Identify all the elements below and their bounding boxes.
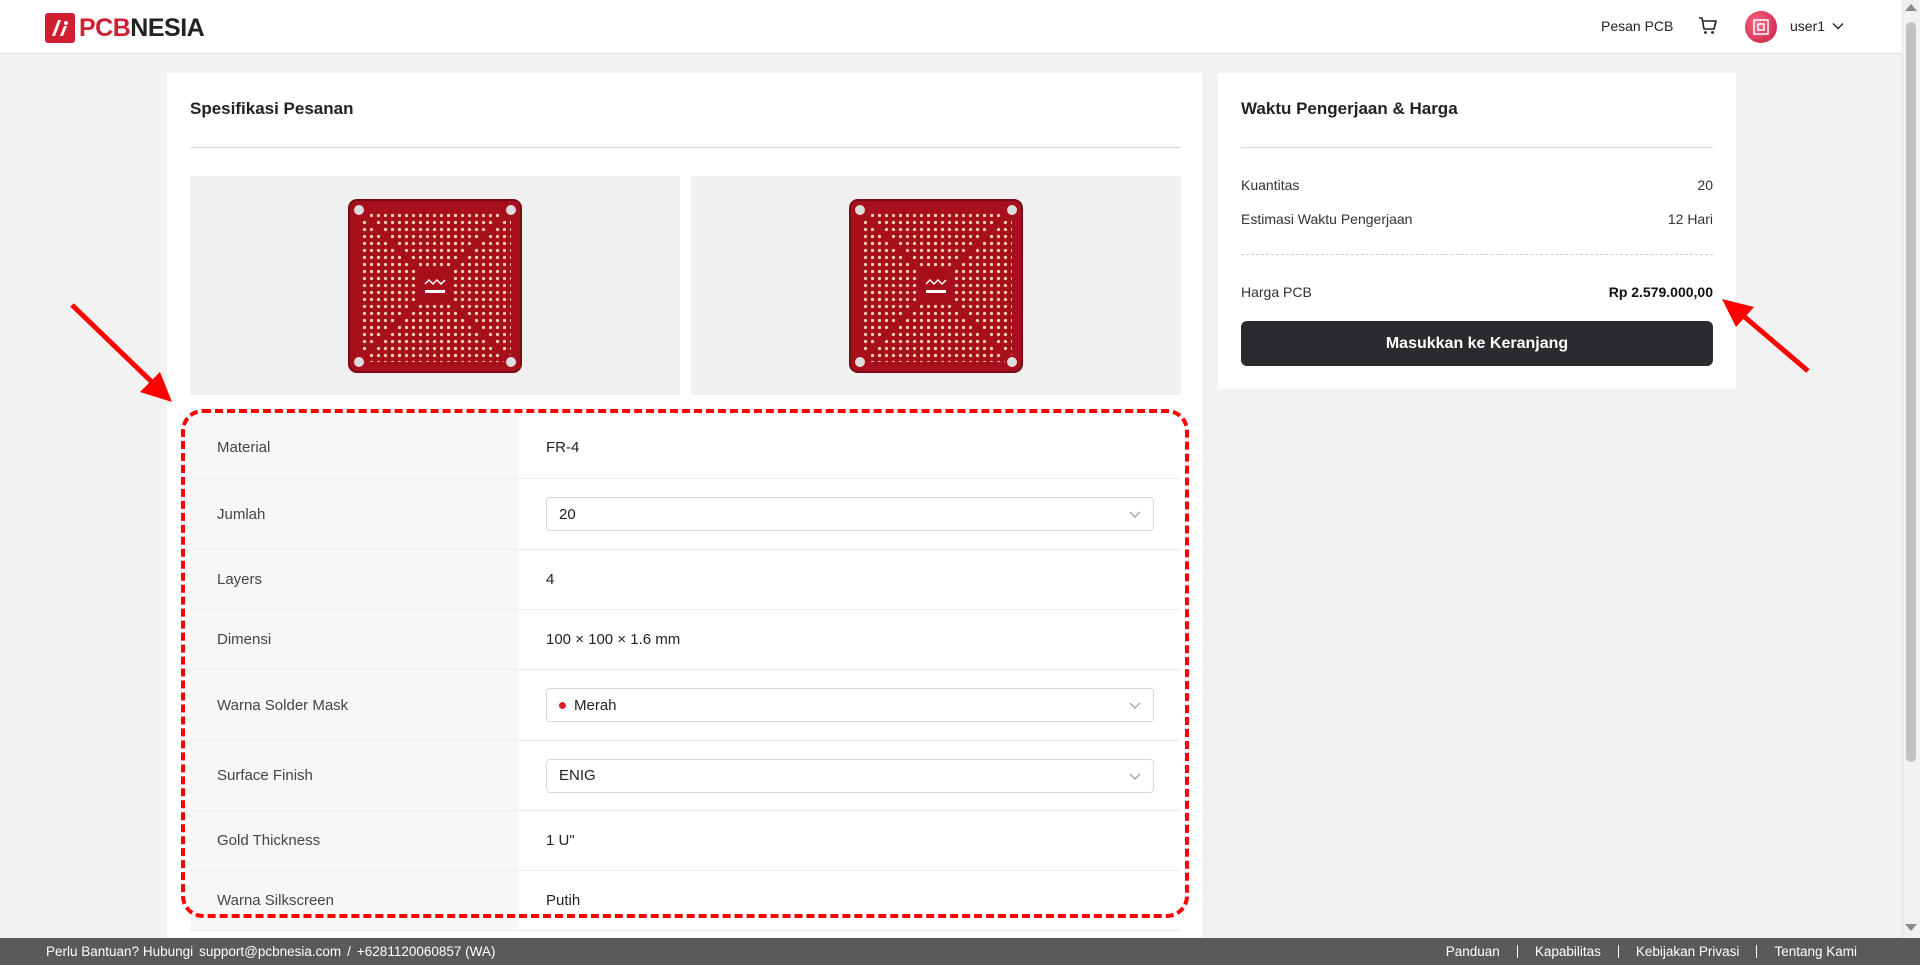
logo-text: PCBNESIA — [79, 13, 205, 43]
spec-row-solder-mask: Warna Solder Mask Merah — [190, 670, 1180, 741]
order-spec-card: Spesifikasi Pesanan Material FR-4 Jumlah… — [167, 73, 1202, 938]
quantity-select-value: 20 — [559, 505, 576, 523]
pcb-board-front-image — [348, 198, 522, 373]
spec-value: 4 — [546, 571, 555, 588]
quantity-label: Kuantitas — [1241, 177, 1300, 193]
footer-link-kebijakan-privasi[interactable]: Kebijakan Privasi — [1619, 944, 1757, 959]
footer-link-tentang-kami[interactable]: Tentang Kami — [1757, 944, 1857, 959]
chevron-down-icon[interactable] — [1832, 20, 1844, 32]
footer-help-text: Perlu Bantuan? Hubungi — [46, 944, 194, 959]
lead-time-value: 12 Hari — [1667, 211, 1713, 227]
footer-link-panduan[interactable]: Panduan — [1429, 944, 1517, 959]
spec-label: Material — [190, 416, 519, 478]
price-row: Harga PCB Rp 2.579.000,00 — [1241, 284, 1713, 300]
spec-row-gold-thickness: Gold Thickness 1 U" — [190, 811, 1180, 871]
scroll-down-arrow-icon[interactable] — [1905, 924, 1917, 931]
quantity-value: 20 — [1697, 177, 1713, 193]
annotation-arrow-icon — [70, 303, 172, 402]
footer-email-link[interactable]: support@pcbnesia.com — [199, 944, 341, 959]
logo-text-nesia: NESIA — [130, 14, 205, 42]
cart-icon[interactable] — [1698, 16, 1718, 36]
spec-row-material: Material FR-4 — [190, 416, 1180, 479]
footer-link-kapabilitas[interactable]: Kapabilitas — [1518, 944, 1618, 959]
quantity-row: Kuantitas 20 — [1241, 177, 1713, 193]
footer-separator: / — [347, 944, 351, 959]
pcb-preview-front — [190, 176, 680, 395]
spec-label: Layers — [190, 550, 519, 609]
pricing-title: Waktu Pengerjaan & Harga — [1241, 99, 1458, 118]
surface-finish-select[interactable]: ENIG — [546, 758, 1154, 793]
spec-label: Warna Silkscreen — [190, 871, 519, 930]
scrollbar-thumb[interactable] — [1906, 22, 1916, 762]
chevron-down-icon — [1129, 511, 1141, 518]
spec-value: 100 × 100 × 1.6 mm — [546, 631, 681, 648]
footer-contact: Perlu Bantuan? Hubungi support@pcbnesia.… — [46, 944, 495, 959]
user-name[interactable]: user1 — [1790, 18, 1825, 34]
card-divider — [190, 147, 1180, 148]
logo-text-pcb: PCB — [79, 14, 131, 42]
spec-value-cell: ENIG — [519, 741, 1180, 810]
price-label: Harga PCB — [1241, 284, 1312, 300]
lead-time-label: Estimasi Waktu Pengerjaan — [1241, 211, 1413, 227]
pcbnesia-logo[interactable]: PCBNESIA — [45, 13, 205, 43]
spec-label: Gold Thickness — [190, 811, 519, 870]
solder-mask-select-value: Merah — [574, 696, 617, 714]
top-header: PCBNESIA Pesan PCB user1 — [0, 0, 1902, 54]
spec-row-layers: Layers 4 — [190, 550, 1180, 610]
card-divider — [1241, 147, 1713, 148]
price-value: Rp 2.579.000,00 — [1608, 284, 1713, 300]
spec-value: Putih — [546, 892, 581, 909]
user-avatar[interactable] — [1745, 11, 1777, 43]
spec-row-silkscreen: Warna Silkscreen Putih — [190, 871, 1180, 931]
spec-table: Material FR-4 Jumlah 20 Layers 4 Dimensi… — [190, 416, 1180, 931]
footer-links: Panduan Kapabilitas Kebijakan Privasi Te… — [1429, 944, 1857, 959]
spec-label: Warna Solder Mask — [190, 670, 519, 740]
spec-label: Jumlah — [190, 479, 519, 549]
scroll-up-arrow-icon[interactable] — [1905, 4, 1917, 11]
quantity-select[interactable]: 20 — [546, 497, 1154, 531]
footer-phone-link[interactable]: +6281120060857 (WA) — [357, 944, 495, 959]
chevron-down-icon — [1129, 702, 1141, 709]
pcb-board-back-image — [849, 198, 1023, 373]
avatar-pattern-icon — [1753, 19, 1769, 35]
spec-row-surface-finish: Surface Finish ENIG — [190, 741, 1180, 811]
spec-value-cell: 20 — [519, 479, 1180, 549]
pricing-card: Waktu Pengerjaan & Harga Kuantitas 20 Es… — [1218, 73, 1736, 389]
solder-mask-color-select[interactable]: Merah — [546, 688, 1154, 722]
spec-label: Surface Finish — [190, 741, 519, 810]
spec-row-jumlah: Jumlah 20 — [190, 479, 1180, 550]
spec-value-cell: Merah — [519, 670, 1180, 740]
color-dot-icon — [559, 701, 566, 709]
spec-row-dimensi: Dimensi 100 × 100 × 1.6 mm — [190, 610, 1180, 670]
nav-order-pcb-link[interactable]: Pesan PCB — [1601, 18, 1673, 34]
dashed-divider — [1241, 254, 1713, 255]
lead-time-row: Estimasi Waktu Pengerjaan 12 Hari — [1241, 211, 1713, 227]
order-spec-title: Spesifikasi Pesanan — [190, 99, 354, 118]
footer-bar: Perlu Bantuan? Hubungi support@pcbnesia.… — [0, 938, 1920, 965]
add-to-cart-button[interactable]: Masukkan ke Keranjang — [1241, 321, 1713, 366]
chevron-down-icon — [1129, 773, 1141, 780]
spec-value: FR-4 — [546, 438, 580, 456]
spec-value: 1 U" — [546, 832, 575, 849]
pcb-preview-back — [691, 176, 1181, 395]
logo-mark-icon — [45, 13, 75, 43]
spec-label: Dimensi — [190, 610, 519, 669]
surface-finish-select-value: ENIG — [559, 767, 596, 784]
